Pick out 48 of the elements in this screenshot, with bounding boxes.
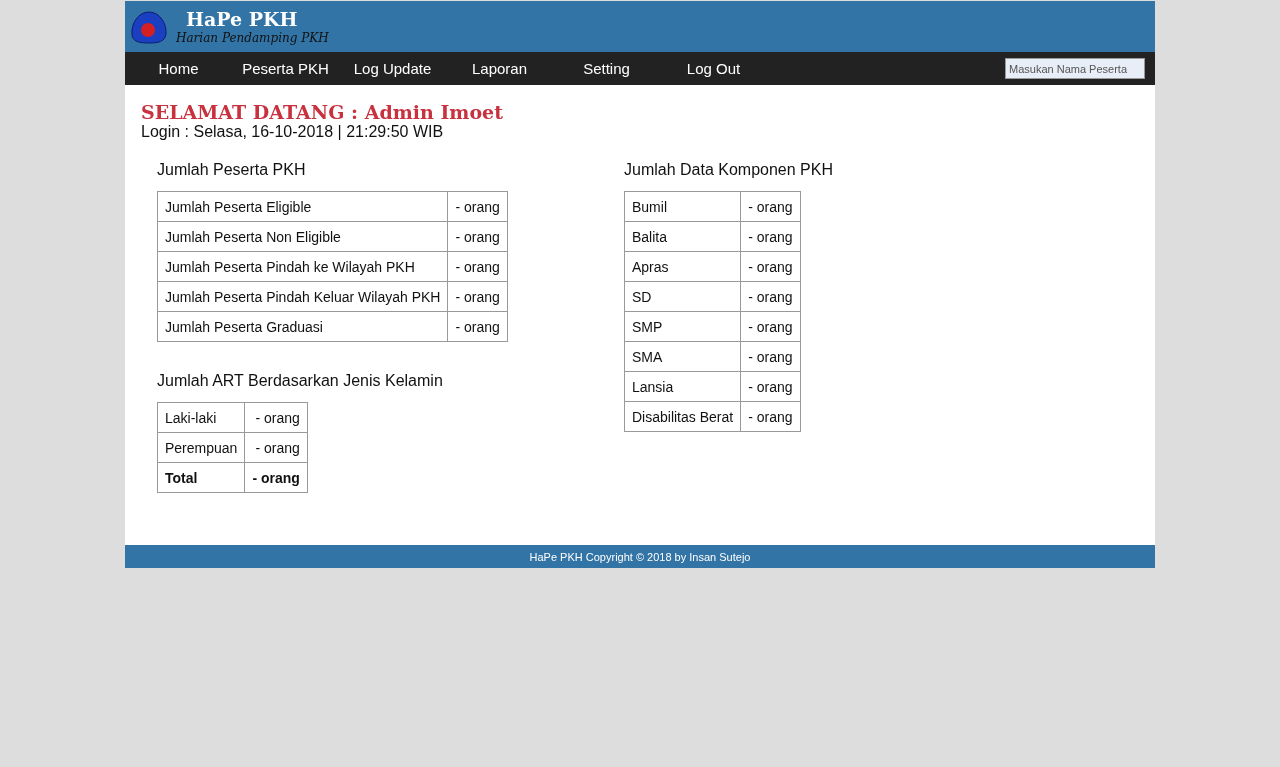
logo-icon (130, 9, 168, 44)
table-cell: - orang (740, 311, 800, 342)
table-cell: - orang (447, 251, 508, 282)
nav-link[interactable]: Laporan (446, 60, 553, 77)
table-cell: - orang (447, 311, 508, 342)
nav-link[interactable]: Log Update (339, 60, 446, 77)
table-cell: Jumlah Peserta Graduasi (157, 311, 448, 342)
table-cell: Jumlah Peserta Eligible (157, 191, 448, 222)
table-cell: Lansia (624, 371, 741, 402)
table-cell: Disabilitas Berat (624, 401, 741, 432)
table-cell: Laki-laki (157, 402, 245, 433)
search-field[interactable]: Masukan Nama Peserta (1005, 58, 1145, 79)
table-cell: - orang (740, 341, 800, 372)
table-cell: Perempuan (157, 432, 245, 463)
table-cell: Bumil (624, 191, 741, 222)
nav-link[interactable]: Setting (553, 60, 660, 77)
nav-link[interactable]: Log Out (660, 60, 767, 77)
table-cell: - orang (740, 371, 800, 402)
section-title: Jumlah Data Komponen PKH (624, 161, 834, 179)
site-title: HaPe PKH (186, 9, 299, 29)
table-cell: Jumlah Peserta Pindah Keluar Wilayah PKH (157, 281, 448, 312)
table-cell: Balita (624, 221, 741, 252)
section-title: Jumlah ART Berdasarkan Jenis Kelamin (157, 372, 444, 390)
table-cell: - orang (244, 462, 308, 493)
table-cell: Total (157, 462, 245, 493)
table-cell: - orang (740, 191, 800, 222)
table-cell: - orang (740, 401, 800, 432)
nav-link[interactable]: Peserta PKH (232, 60, 339, 77)
table-cell: SD (624, 281, 741, 312)
table-cell: - orang (244, 432, 308, 463)
table-cell: - orang (447, 191, 508, 222)
welcome-heading: SELAMAT DATANG : Admin Imoet (141, 101, 504, 123)
site-subtitle: Harian Pendamping PKH (176, 31, 329, 44)
footer-text: HaPe PKH Copyright © 2018 by Insan Sutejo (125, 545, 1155, 568)
nav-link[interactable]: Home (125, 60, 232, 77)
table-cell: Jumlah Peserta Non Eligible (157, 221, 448, 252)
table-cell: SMP (624, 311, 741, 342)
table-cell: - orang (740, 251, 800, 282)
table-cell: SMA (624, 341, 741, 372)
table-cell: Jumlah Peserta Pindah ke Wilayah PKH (157, 251, 448, 282)
table-cell: - orang (740, 281, 800, 312)
table-cell: - orang (244, 402, 308, 433)
table-cell: - orang (447, 281, 508, 312)
table-cell: Apras (624, 251, 741, 282)
table-cell: - orang (447, 221, 508, 252)
login-info: Login : Selasa, 16-10-2018 | 21:29:50 WIB (141, 123, 445, 141)
table-cell: - orang (740, 221, 800, 252)
section-title: Jumlah Peserta PKH (157, 161, 307, 179)
